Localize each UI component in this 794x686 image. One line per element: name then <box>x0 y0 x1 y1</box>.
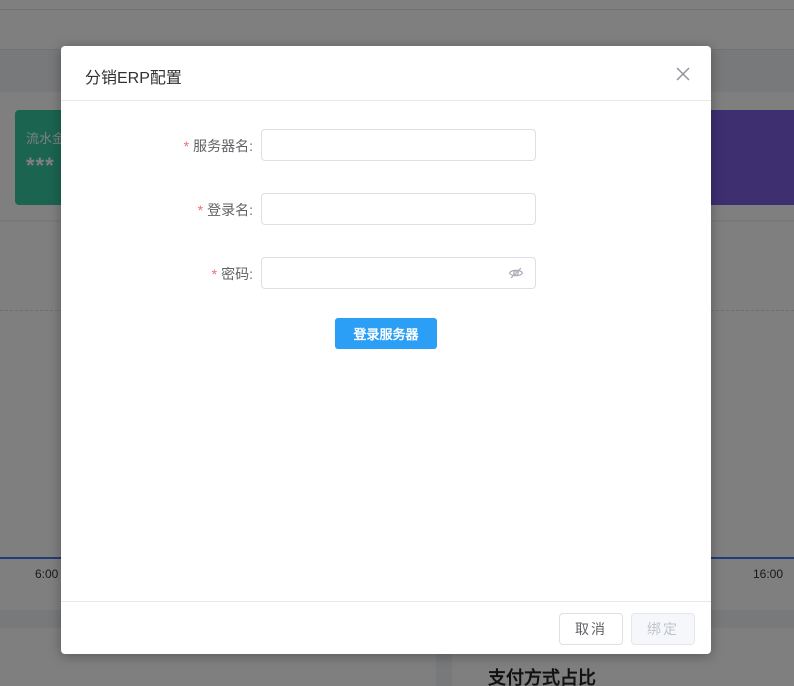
form-row-password: * 密码: <box>61 257 711 289</box>
login-name-label-text: 登录名: <box>207 202 253 218</box>
server-name-label-text: 服务器名: <box>193 138 253 154</box>
required-mark: * <box>197 202 204 218</box>
bind-button[interactable]: 绑定 <box>631 613 695 645</box>
required-mark: * <box>183 138 190 154</box>
form-row-login: * 登录名: <box>61 193 711 225</box>
password-label-text: 密码: <box>221 266 253 282</box>
login-server-button[interactable]: 登录服务器 <box>335 318 437 349</box>
erp-config-dialog: 分销ERP配置 * 服务器名: * 登录名: * 密码: 登录服务器 取消 绑定 <box>61 46 711 654</box>
password-label: * 密码: <box>212 264 253 284</box>
login-name-label: * 登录名: <box>198 200 253 220</box>
server-name-label: * 服务器名: <box>184 136 253 156</box>
eye-off-icon[interactable] <box>508 265 524 281</box>
login-name-input[interactable] <box>261 193 536 225</box>
server-name-input[interactable] <box>261 129 536 161</box>
password-input[interactable] <box>261 257 536 289</box>
close-icon[interactable] <box>673 64 693 84</box>
form-row-server: * 服务器名: <box>61 129 711 161</box>
dialog-footer: 取消 绑定 <box>61 601 711 654</box>
cancel-button[interactable]: 取消 <box>559 613 623 645</box>
required-mark: * <box>211 266 218 282</box>
dialog-header: 分销ERP配置 <box>61 46 711 101</box>
dialog-title: 分销ERP配置 <box>85 70 182 87</box>
